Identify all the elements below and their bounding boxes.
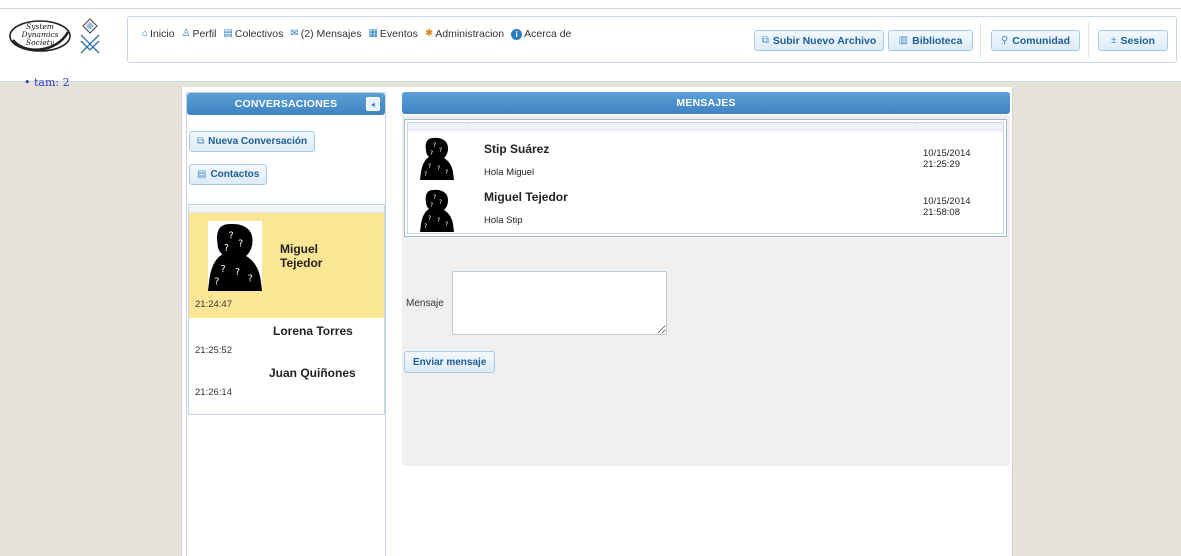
conversation-name: Miguel Tejedor (280, 242, 322, 270)
upload-file-button[interactable]: ⧉ Subir Nuevo Archivo (754, 30, 884, 51)
nav-label: Perfil (192, 28, 217, 40)
message-sender: Miguel Tejedor (484, 190, 568, 204)
session-button[interactable]: ± Sesion (1098, 30, 1168, 51)
nav-label: Colectivos (234, 28, 284, 40)
avatar (207, 221, 263, 291)
conversation-name: Lorena Torres (273, 324, 353, 338)
conversation-list-header (189, 205, 384, 213)
header-bar: System Dynamics Society ⌂ Inicio ♙ Perfi… (0, 0, 1181, 89)
conversation-name-line: Miguel (280, 242, 318, 256)
conversation-name: Juan Quiñones (269, 366, 356, 380)
message-time: 21:25:29 (923, 159, 960, 170)
column-divider (467, 123, 468, 131)
message-date: 10/15/2014 (923, 196, 971, 207)
info-icon: i (511, 28, 523, 40)
logo-text-3: Society (26, 38, 55, 47)
nav-label: Acerca de (524, 28, 572, 40)
nav-label: Inicio (150, 28, 175, 40)
conversation-item[interactable]: Lorena Torres 21:25:52 (189, 320, 384, 360)
new-conversation-label: Nueva Conversación (208, 136, 308, 147)
library-icon: ▥ (898, 35, 909, 46)
gear-icon: ✱ (424, 28, 434, 39)
contacts-label: Contactos (210, 169, 260, 180)
send-message-button[interactable]: Enviar mensaje (404, 351, 496, 373)
contacts-icon: ▤ (197, 169, 207, 180)
nav-inicio[interactable]: ⌂ Inicio (142, 28, 175, 40)
navigation-bar: ⌂ Inicio ♙ Perfil ▤ Colectivos ✉ (2) Men… (127, 16, 1177, 63)
messages-panel: Stip Suárez Hola Miguel 10/15/2014 21:25… (402, 115, 1010, 466)
user-icon: ♙ (181, 28, 191, 39)
mail-icon: ✉ (290, 28, 299, 39)
nav-administracion[interactable]: ✱ Administracion (425, 28, 504, 40)
message-timestamp: 10/15/2014 21:58:08 (923, 196, 971, 218)
messages-table-header (408, 123, 1003, 131)
nav-perfil[interactable]: ♙ Perfil (182, 28, 217, 40)
main-panel: CONVERSACIONES ◂ ⧉ Nueva Conversación ▤ … (181, 87, 1013, 556)
collapse-button[interactable]: ◂ (366, 97, 380, 111)
messages-title-text: MENSAJES (676, 97, 736, 109)
group-icon: ▤ (223, 28, 233, 39)
conversation-time: 21:26:14 (195, 387, 232, 398)
message-row[interactable]: Stip Suárez Hola Miguel 10/15/2014 21:25… (408, 132, 1003, 182)
new-conversation-icon: ⧉ (197, 136, 205, 147)
calendar-icon: ▦ (368, 28, 378, 39)
conversation-list: Miguel Tejedor 21:24:47 Lorena Torres 21… (188, 204, 385, 415)
messages-title: MENSAJES (402, 92, 1010, 114)
library-label: Biblioteca (912, 34, 963, 47)
conversation-time: 21:25:52 (195, 345, 232, 356)
conversation-name-line: Tejedor (280, 256, 323, 270)
conversations-title-text: CONVERSACIONES (234, 98, 338, 110)
avatar (420, 136, 454, 180)
message-time: 21:58:08 (923, 207, 960, 218)
logout-icon: ± (1111, 35, 1117, 46)
library-button[interactable]: ▥ Biblioteca (888, 30, 973, 51)
messages-table: Stip Suárez Hola Miguel 10/15/2014 21:25… (404, 119, 1007, 237)
compose-label: Mensaje (406, 298, 444, 309)
conversations-title: CONVERSACIONES ◂ (187, 93, 385, 115)
messages-table-inner: Stip Suárez Hola Miguel 10/15/2014 21:25… (407, 122, 1004, 234)
conversation-item[interactable]: Juan Quiñones 21:26:14 (189, 362, 384, 402)
session-label: Sesion (1120, 34, 1155, 47)
upload-file-label: Subir Nuevo Archivo (772, 34, 877, 47)
nav-acerca-de[interactable]: i Acerca de (511, 28, 571, 40)
conversation-time: 21:24:47 (195, 299, 232, 310)
contacts-button[interactable]: ▤ Contactos (189, 164, 268, 185)
send-message-label: Enviar mensaje (413, 356, 487, 368)
avatar (420, 188, 454, 232)
message-text: Hola Stip (484, 215, 523, 226)
header-separator (1088, 22, 1089, 58)
search-icon: ⚲ (1000, 35, 1009, 46)
message-row[interactable]: Miguel Tejedor Hola Stip 10/15/2014 21:5… (408, 184, 1003, 234)
chevron-left-icon: ◂ (370, 99, 376, 109)
community-label: Comunidad (1012, 34, 1071, 47)
stray-debug-text: • tam: 2 (24, 76, 70, 89)
message-input[interactable] (452, 271, 667, 335)
nav-colectivos[interactable]: ▤ Colectivos (223, 28, 283, 40)
conversation-item[interactable]: Miguel Tejedor 21:24:47 (189, 213, 384, 318)
nav-label: Administracion (435, 28, 505, 40)
community-button[interactable]: ⚲ Comunidad (991, 30, 1080, 51)
home-icon: ⌂ (142, 28, 149, 39)
conversations-panel: CONVERSACIONES ◂ ⧉ Nueva Conversación ▤ … (186, 92, 386, 556)
nav-label: (2) Mensajes (300, 28, 362, 40)
nav-label: Eventos (379, 28, 418, 40)
nav-eventos[interactable]: ▦ Eventos (368, 28, 417, 40)
nav-mensajes[interactable]: ✉ (2) Mensajes (290, 28, 361, 40)
message-sender: Stip Suárez (484, 142, 550, 156)
main-nav: ⌂ Inicio ♙ Perfil ▤ Colectivos ✉ (2) Men… (142, 28, 571, 40)
header-topline (0, 8, 1181, 9)
column-divider (915, 123, 916, 131)
new-conversation-button[interactable]: ⧉ Nueva Conversación (189, 131, 316, 152)
upload-icon: ⧉ (761, 35, 769, 46)
header-separator (980, 22, 981, 58)
message-text: Hola Miguel (484, 167, 535, 178)
message-date: 10/15/2014 (923, 148, 971, 159)
system-dynamics-society-logo[interactable]: System Dynamics Society (8, 18, 72, 54)
message-timestamp: 10/15/2014 21:25:29 (923, 148, 971, 170)
network-mark-icon (80, 18, 100, 54)
